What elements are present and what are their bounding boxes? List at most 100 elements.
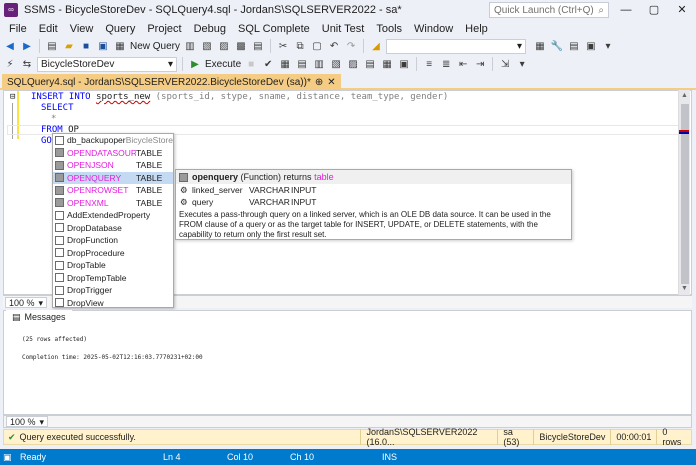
copy-icon[interactable]: ⧉ bbox=[293, 39, 307, 53]
menu-edit[interactable]: Edit bbox=[33, 23, 64, 35]
autocomplete-item[interactable]: db_backupoperatorBicycleStore bbox=[53, 134, 173, 147]
autocomplete-item[interactable]: OPENDATASOUR...TABLE bbox=[53, 147, 173, 160]
quick-launch-input[interactable]: Quick Launch (Ctrl+Q) ⌕ bbox=[489, 2, 609, 18]
object-explorer-icon[interactable]: ▤ bbox=[567, 39, 581, 53]
chevron-down-icon: ▾ bbox=[167, 58, 173, 70]
zoom-select-top[interactable]: 100 % ▾ bbox=[5, 296, 47, 308]
properties-icon[interactable]: ▦ bbox=[533, 39, 547, 53]
toolbar-separator bbox=[270, 39, 272, 53]
tooltip-param: ⚙ linked_server VARCHAR INPUT bbox=[180, 184, 317, 196]
menu-tools[interactable]: Tools bbox=[370, 23, 408, 35]
toolbox-icon[interactable]: ▣ bbox=[584, 39, 598, 53]
snippet-icon bbox=[55, 298, 64, 308]
autocomplete-item[interactable]: OPENXML TABLE bbox=[53, 197, 173, 210]
tools-icon[interactable]: 🔧 bbox=[550, 39, 564, 53]
results-file-icon[interactable]: ▣ bbox=[397, 57, 411, 71]
activity-monitor-icon[interactable]: ◢ bbox=[369, 39, 383, 53]
new-query-button[interactable]: New Query bbox=[130, 41, 180, 52]
execute-button[interactable]: Execute bbox=[205, 59, 241, 70]
cut-icon[interactable]: ✂ bbox=[276, 39, 290, 53]
mdx-query-icon[interactable]: ▧ bbox=[200, 39, 214, 53]
redo-icon[interactable]: ↷ bbox=[344, 39, 358, 53]
menu-debug[interactable]: Debug bbox=[188, 23, 232, 35]
zoom-value: 100 % bbox=[10, 417, 36, 427]
autocomplete-item[interactable]: DropTable bbox=[53, 259, 173, 272]
new-project-icon[interactable]: ▤ bbox=[45, 39, 59, 53]
display-plan-icon[interactable]: ▦ bbox=[278, 57, 292, 71]
menu-view[interactable]: View bbox=[64, 23, 100, 35]
collapse-marker-icon[interactable]: ⊟ bbox=[10, 91, 15, 103]
pin-icon[interactable]: ⊕ bbox=[315, 77, 323, 88]
close-tab-icon[interactable]: ✕ bbox=[327, 77, 335, 88]
execute-icon[interactable]: ▶ bbox=[188, 57, 202, 71]
connect-icon[interactable]: ⚡ bbox=[3, 57, 17, 71]
include-plan-icon[interactable]: ▧ bbox=[329, 57, 343, 71]
menu-unit-test[interactable]: Unit Test bbox=[316, 23, 371, 35]
tooltip-returns: table bbox=[314, 172, 334, 182]
scroll-down-icon[interactable]: ▼ bbox=[681, 285, 688, 292]
zoom-select-bottom[interactable]: 100 % ▾ bbox=[6, 416, 48, 427]
results-text-icon[interactable]: ▤ bbox=[363, 57, 377, 71]
editor-vertical-scrollbar[interactable]: ▲ ▼ bbox=[678, 90, 690, 295]
specify-values-icon[interactable]: ⇲ bbox=[498, 57, 512, 71]
autocomplete-item[interactable]: OPENJSON TABLE bbox=[53, 159, 173, 172]
query-status-bar: ✔ Query executed successfully. JordanS\S… bbox=[3, 427, 692, 447]
scroll-up-icon[interactable]: ▲ bbox=[681, 92, 688, 99]
snippet-icon bbox=[55, 210, 64, 220]
more-options-icon[interactable]: ▾ bbox=[601, 39, 615, 53]
autocomplete-item[interactable]: DropFunction bbox=[53, 234, 173, 247]
database-query-icon[interactable]: ▥ bbox=[183, 39, 197, 53]
open-file-icon[interactable]: ▰ bbox=[62, 39, 76, 53]
cancel-query-icon[interactable]: ■ bbox=[244, 57, 258, 71]
autocomplete-list[interactable]: db_backupoperatorBicycleStore OPENDATASO… bbox=[52, 133, 174, 308]
function-icon bbox=[55, 173, 64, 183]
parse-icon[interactable]: ✔ bbox=[261, 57, 275, 71]
minimize-button[interactable]: — bbox=[612, 0, 640, 20]
snippet-icon bbox=[55, 223, 64, 233]
database-select[interactable]: BicycleStoreDev ▾ bbox=[37, 56, 177, 72]
increase-indent-icon[interactable]: ⇥ bbox=[473, 57, 487, 71]
save-all-icon[interactable]: ▣ bbox=[96, 39, 110, 53]
function-info-tooltip: openquery (Function) returns table ⚙ link… bbox=[175, 169, 572, 240]
menu-project[interactable]: Project bbox=[141, 23, 187, 35]
snippet-icon bbox=[55, 260, 64, 270]
undo-icon[interactable]: ↶ bbox=[327, 39, 341, 53]
autocomplete-item[interactable]: DropDatabase bbox=[53, 222, 173, 235]
autocomplete-item-selected[interactable]: OPENQUERY TABLE bbox=[53, 171, 173, 184]
comment-icon[interactable]: ≡ bbox=[422, 57, 436, 71]
menu-sql-complete[interactable]: SQL Complete bbox=[232, 23, 316, 35]
close-window-button[interactable]: ✕ bbox=[668, 0, 696, 20]
query-designer-icon[interactable]: ▤ bbox=[295, 57, 309, 71]
decrease-indent-icon[interactable]: ⇤ bbox=[456, 57, 470, 71]
dax-query-icon[interactable]: ▤ bbox=[251, 39, 265, 53]
intellisense-icon[interactable]: ▥ bbox=[312, 57, 326, 71]
autocomplete-item[interactable]: DropTrigger bbox=[53, 284, 173, 297]
client-stats-icon[interactable]: ▨ bbox=[346, 57, 360, 71]
results-grid-icon[interactable]: ▦ bbox=[380, 57, 394, 71]
autocomplete-item[interactable]: AddExtendedProperty bbox=[53, 209, 173, 222]
menu-window[interactable]: Window bbox=[408, 23, 459, 35]
tab-sqlquery4[interactable]: SQLQuery4.sql - JordanS\SQLSERVER2022.Bi… bbox=[2, 74, 341, 90]
tab-messages[interactable]: ▤ Messages bbox=[6, 310, 72, 324]
autocomplete-item[interactable]: DropProcedure bbox=[53, 247, 173, 260]
autocomplete-item[interactable]: DropView bbox=[53, 297, 173, 310]
maximize-button[interactable]: ▢ bbox=[640, 0, 668, 20]
back-icon[interactable]: ◀ bbox=[3, 39, 17, 53]
toolbar-separator bbox=[363, 39, 365, 53]
autocomplete-item[interactable]: DropTempTable bbox=[53, 272, 173, 285]
autocomplete-item[interactable]: OPENROWSET TABLE bbox=[53, 184, 173, 197]
more-options-icon[interactable]: ▾ bbox=[515, 57, 529, 71]
save-icon[interactable]: ■ bbox=[79, 39, 93, 53]
paste-icon[interactable]: ▢ bbox=[310, 39, 324, 53]
dmx-query-icon[interactable]: ▨ bbox=[217, 39, 231, 53]
menu-help[interactable]: Help bbox=[459, 23, 494, 35]
uncomment-icon[interactable]: ≣ bbox=[439, 57, 453, 71]
change-connection-icon[interactable]: ⇆ bbox=[20, 57, 34, 71]
new-query-icon[interactable]: ▦ bbox=[113, 39, 127, 53]
menu-query[interactable]: Query bbox=[99, 23, 141, 35]
param-icon: ⚙ bbox=[180, 184, 188, 195]
menu-file[interactable]: File bbox=[3, 23, 33, 35]
forward-icon[interactable]: ▶ bbox=[20, 39, 34, 53]
solution-config-select[interactable]: ▾ bbox=[386, 38, 527, 54]
xmla-query-icon[interactable]: ▩ bbox=[234, 39, 248, 53]
